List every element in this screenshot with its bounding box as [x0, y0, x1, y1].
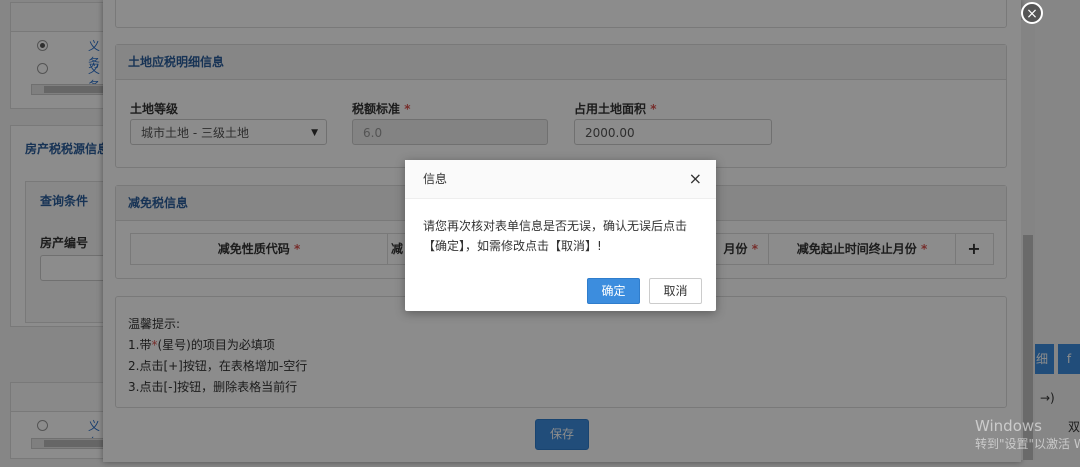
confirm-dialog-title: 信息: [405, 160, 716, 199]
confirm-dialog-message: 请您再次核对表单信息是否无误，确认无误后点击【确定】，如需修改点击【取消】!: [423, 219, 688, 253]
activation-watermark: Windows 转到"设置"以激活 Windows: [975, 417, 1080, 451]
confirm-ok-button[interactable]: 确定: [587, 278, 640, 304]
close-icon[interactable]: ×: [1021, 2, 1043, 24]
confirm-dialog: 信息 × 请您再次核对表单信息是否无误，确认无误后点击【确定】，如需修改点击【取…: [405, 160, 716, 311]
confirm-cancel-button[interactable]: 取消: [649, 278, 702, 304]
close-icon[interactable]: ×: [689, 170, 702, 188]
